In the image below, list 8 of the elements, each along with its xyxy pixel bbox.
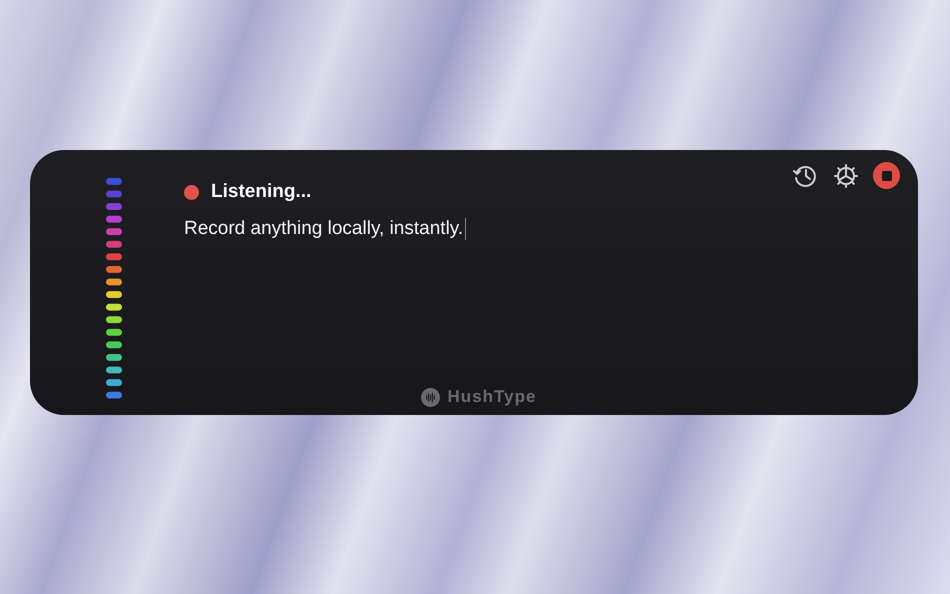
status-text: Listening...	[211, 181, 312, 203]
waveform-logo-icon	[420, 388, 440, 406]
transcript-text: Record anything locally, instantly.	[184, 218, 464, 240]
text-caret	[465, 218, 466, 240]
settings-button[interactable]	[832, 162, 859, 189]
brand-name: HushType	[448, 387, 536, 407]
stop-button[interactable]	[873, 162, 900, 189]
stop-icon	[882, 170, 892, 180]
